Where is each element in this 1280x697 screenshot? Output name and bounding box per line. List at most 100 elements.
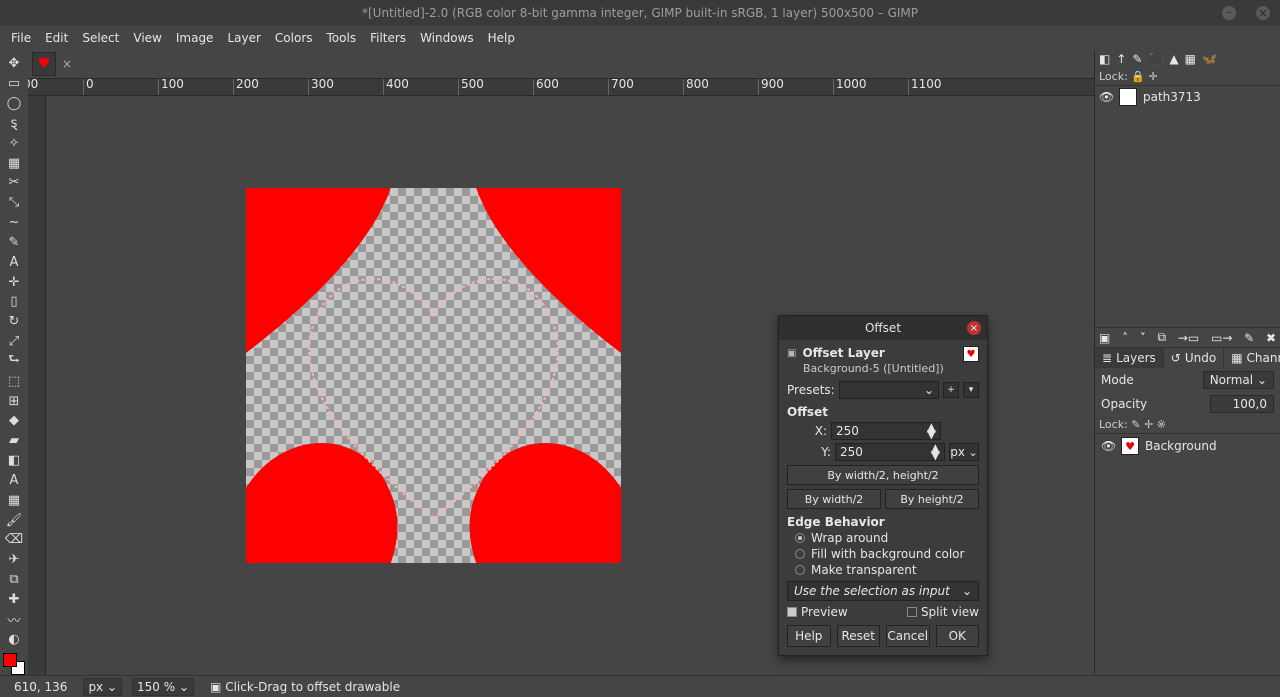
- radio-fill-bg[interactable]: Fill with background color: [795, 547, 979, 561]
- brush-tool-icon[interactable]: 🖌: [3, 511, 25, 529]
- dock-icon[interactable]: ▦: [1185, 52, 1196, 66]
- menu-layer[interactable]: Layer: [220, 28, 267, 48]
- unit-selector[interactable]: px ⌄: [83, 678, 122, 696]
- dock-icon[interactable]: ▲: [1169, 52, 1178, 66]
- tab-channels[interactable]: ▦Channels: [1224, 348, 1280, 368]
- menu-filters[interactable]: Filters: [363, 28, 413, 48]
- image-tab-heart[interactable]: ♥: [32, 52, 56, 76]
- pencil-tool-icon[interactable]: ✎: [3, 233, 25, 251]
- preset-menu-button[interactable]: ▾: [963, 382, 979, 398]
- path-stroke-icon[interactable]: ✎: [1244, 331, 1254, 345]
- layer-visibility-icon[interactable]: 👁: [1101, 439, 1115, 453]
- cancel-button[interactable]: Cancel: [886, 625, 930, 647]
- path-dup-icon[interactable]: ⧉: [1158, 330, 1167, 345]
- menu-help[interactable]: Help: [481, 28, 522, 48]
- gradient-tool-icon[interactable]: ◧: [3, 452, 25, 470]
- move-tool-icon[interactable]: ✥: [3, 55, 25, 73]
- select-by-color-tool-icon[interactable]: ▦: [3, 154, 25, 172]
- align-tool-icon[interactable]: ▯: [3, 293, 25, 311]
- minimize-button[interactable]: –: [1222, 6, 1236, 20]
- tab-undo[interactable]: ↺Undo: [1164, 348, 1224, 368]
- canvas[interactable]: [246, 188, 621, 563]
- dock-icon[interactable]: ↑: [1116, 52, 1126, 66]
- path-delete-icon[interactable]: ✖: [1266, 331, 1276, 345]
- menu-tools[interactable]: Tools: [320, 28, 364, 48]
- offset-y-input[interactable]: 250▲▼: [835, 443, 945, 461]
- menu-colors[interactable]: Colors: [268, 28, 320, 48]
- perspective-tool-icon[interactable]: ⬚: [3, 372, 25, 390]
- by-width-half-button[interactable]: By width/2: [787, 489, 881, 509]
- path-row[interactable]: 👁 path3713: [1095, 86, 1280, 108]
- ok-button[interactable]: OK: [936, 625, 980, 647]
- rotate-tool-icon[interactable]: ↻: [3, 313, 25, 331]
- split-view-checkbox[interactable]: Split view: [907, 605, 979, 619]
- offset-dialog[interactable]: Offset × ▣Offset Layer ♥ Background-5 ([…: [778, 315, 988, 656]
- handle-tool-icon[interactable]: ◆: [3, 412, 25, 430]
- fg-bg-colors[interactable]: [3, 653, 25, 675]
- path-visibility-icon[interactable]: 👁: [1099, 90, 1113, 104]
- crop-tool-icon[interactable]: ✂: [3, 174, 25, 192]
- path-tosel-icon[interactable]: →▭: [1178, 331, 1199, 345]
- menu-view[interactable]: View: [126, 28, 168, 48]
- reset-button[interactable]: Reset: [837, 625, 881, 647]
- expand-icon[interactable]: ▣: [787, 348, 796, 359]
- smudge-tool-icon[interactable]: 〰: [3, 610, 25, 628]
- path-down-icon[interactable]: ˅: [1140, 331, 1146, 345]
- by-half-both-button[interactable]: By width/2, height/2: [787, 465, 979, 485]
- eraser-tool-icon[interactable]: ⌫: [3, 531, 25, 549]
- path-name[interactable]: path3713: [1143, 90, 1201, 104]
- menu-image[interactable]: Image: [169, 28, 221, 48]
- transform-tool-icon[interactable]: ⤡: [3, 194, 25, 212]
- fg-color-swatch[interactable]: [3, 653, 17, 667]
- menu-edit[interactable]: Edit: [38, 28, 75, 48]
- preset-add-button[interactable]: +: [943, 382, 959, 398]
- preview-checkbox[interactable]: Preview: [787, 605, 848, 619]
- lasso-tool-icon[interactable]: ȿ: [3, 114, 25, 132]
- menu-file[interactable]: File: [4, 28, 38, 48]
- dock-icon[interactable]: ◧: [1099, 52, 1110, 66]
- bucket-tool-icon[interactable]: ▰: [3, 432, 25, 450]
- warp-tool-icon[interactable]: ~: [3, 214, 25, 232]
- clone-tool-icon[interactable]: ⧉: [3, 571, 25, 589]
- paths-list[interactable]: 👁 path3713: [1095, 86, 1280, 327]
- unit-combo[interactable]: px ⌄: [949, 443, 979, 461]
- ellipse-select-tool-icon[interactable]: ◯: [3, 95, 25, 113]
- clip-combo[interactable]: Use the selection as input⌄: [787, 581, 979, 601]
- menu-windows[interactable]: Windows: [413, 28, 481, 48]
- pattern-tool-icon[interactable]: ▦: [3, 491, 25, 509]
- mode-combo[interactable]: Normal ⌄: [1203, 371, 1274, 389]
- dock-icon[interactable]: 🦋: [1202, 52, 1217, 66]
- path-new-icon[interactable]: ▣: [1099, 331, 1110, 345]
- text-tool2-icon[interactable]: A: [3, 472, 25, 490]
- by-height-half-button[interactable]: By height/2: [885, 489, 979, 509]
- help-button[interactable]: Help: [787, 625, 831, 647]
- layer-name[interactable]: Background: [1145, 439, 1217, 453]
- unified-transform-icon[interactable]: ⊞: [3, 392, 25, 410]
- menu-select[interactable]: Select: [75, 28, 126, 48]
- dodge-tool-icon[interactable]: ◐: [3, 630, 25, 648]
- dialog-titlebar[interactable]: Offset ×: [779, 316, 987, 340]
- rect-select-tool-icon[interactable]: ▭: [3, 75, 25, 93]
- opacity-input[interactable]: 100,0: [1210, 395, 1274, 413]
- radio-wrap[interactable]: Wrap around: [795, 531, 979, 545]
- radio-transparent[interactable]: Make transparent: [795, 563, 979, 577]
- scale-tool-icon[interactable]: ⤢: [3, 333, 25, 351]
- presets-combo[interactable]: ⌄: [839, 381, 939, 399]
- dock-icon[interactable]: ✎: [1132, 52, 1142, 66]
- flip-tool-icon[interactable]: ⮑: [3, 352, 25, 370]
- layer-row[interactable]: 👁 ♥ Background: [1095, 434, 1280, 458]
- path-fromsel-icon[interactable]: ▭→: [1211, 331, 1232, 345]
- canvas-viewport[interactable]: Offset × ▣Offset Layer ♥ Background-5 ([…: [46, 96, 1094, 675]
- text-tool-icon[interactable]: A: [3, 253, 25, 271]
- offset-x-input[interactable]: 250▲▼: [831, 422, 941, 440]
- path-up-icon[interactable]: ˄: [1122, 331, 1128, 345]
- move-tool2-icon[interactable]: ✛: [3, 273, 25, 291]
- fuzzy-select-tool-icon[interactable]: ✧: [3, 134, 25, 152]
- heal-tool-icon[interactable]: ✚: [3, 591, 25, 609]
- airbrush-tool-icon[interactable]: ✈: [3, 551, 25, 569]
- layers-list[interactable]: 👁 ♥ Background: [1095, 434, 1280, 675]
- dock-icon[interactable]: ⬛: [1148, 52, 1163, 66]
- dialog-close-button[interactable]: ×: [967, 321, 981, 335]
- zoom-selector[interactable]: 150 % ⌄: [132, 678, 194, 696]
- image-tab-close[interactable]: ×: [60, 57, 74, 71]
